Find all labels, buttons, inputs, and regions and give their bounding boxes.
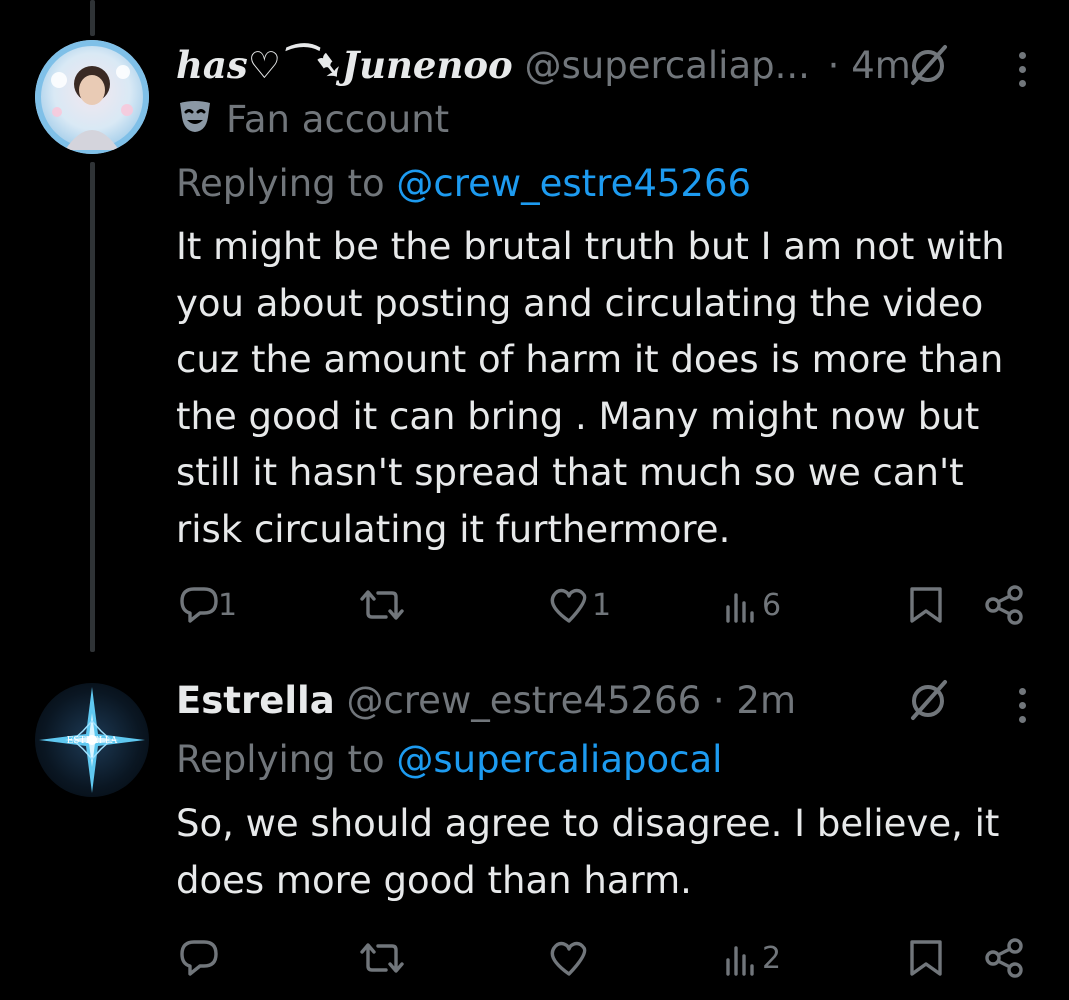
reply-button[interactable]: 1 (176, 583, 237, 627)
bookmark-button[interactable] (906, 936, 946, 980)
mask-icon (176, 97, 214, 147)
tweet-text: It might be the brutal truth but I am no… (176, 225, 1005, 551)
views-icon (722, 936, 760, 980)
reply-icon (176, 583, 222, 627)
heart-icon (546, 583, 592, 627)
bookmark-button[interactable] (906, 583, 946, 627)
views-button[interactable]: 6 (722, 583, 781, 627)
views-count: 2 (762, 940, 782, 976)
replying-to: Replying to @crew_estre45266 (176, 158, 751, 210)
share-button[interactable] (983, 936, 1027, 980)
retweet-icon (358, 583, 406, 627)
handle[interactable]: @supercaliap... (525, 44, 810, 87)
like-button[interactable]: 1 (546, 583, 611, 627)
reply-icon (176, 936, 222, 980)
replying-to: Replying to @supercaliapocal (176, 734, 722, 786)
grok-icon[interactable] (905, 43, 951, 93)
handle[interactable]: @crew_estre45266 (346, 679, 701, 722)
heart-icon (546, 936, 592, 980)
reply-count: 1 (218, 587, 238, 623)
account-label: Fan account (176, 96, 449, 144)
timestamp[interactable]: · 4m (828, 44, 911, 87)
replying-prefix: Replying to (176, 162, 385, 205)
account-label-text: Fan account (226, 98, 450, 141)
tweet-text: So, we should agree to disagree. I belie… (176, 802, 1000, 902)
replying-handle-link[interactable]: @crew_estre45266 (396, 162, 751, 205)
avatar[interactable] (35, 40, 149, 154)
tweet-header: Estrella @crew_estre45266 · 2m (176, 675, 796, 727)
share-button[interactable] (983, 583, 1027, 627)
like-count: 1 (592, 587, 612, 623)
more-options-icon[interactable] (1019, 688, 1027, 730)
avatar[interactable]: ESTRELLA (35, 683, 149, 797)
share-icon (983, 583, 1027, 627)
bookmark-icon (906, 583, 946, 627)
replying-handle-link[interactable]: @supercaliapocal (396, 738, 722, 781)
tweet-header: has♡⁀➷Junenoo @supercaliap... · 4m (176, 40, 911, 90)
replying-prefix: Replying to (176, 738, 385, 781)
reply-button[interactable] (176, 936, 222, 980)
views-count: 6 (762, 587, 782, 623)
retweet-button[interactable] (358, 583, 406, 627)
grok-icon[interactable] (905, 678, 951, 728)
more-options-icon[interactable] (1019, 52, 1027, 94)
bookmark-icon (906, 936, 946, 980)
share-icon (983, 936, 1027, 980)
thread-line-connector (90, 162, 95, 652)
avatar-brand-text: ESTRELLA (67, 736, 118, 746)
retweet-icon (358, 936, 406, 980)
retweet-button[interactable] (358, 936, 406, 980)
display-name[interactable]: Estrella (176, 679, 335, 722)
views-button[interactable]: 2 (722, 936, 781, 980)
thread-line-top (90, 0, 95, 36)
display-name[interactable]: has♡⁀➷Junenoo (176, 43, 513, 87)
views-icon (722, 583, 760, 627)
like-button[interactable] (546, 936, 592, 980)
timestamp[interactable]: · 2m (713, 679, 796, 722)
